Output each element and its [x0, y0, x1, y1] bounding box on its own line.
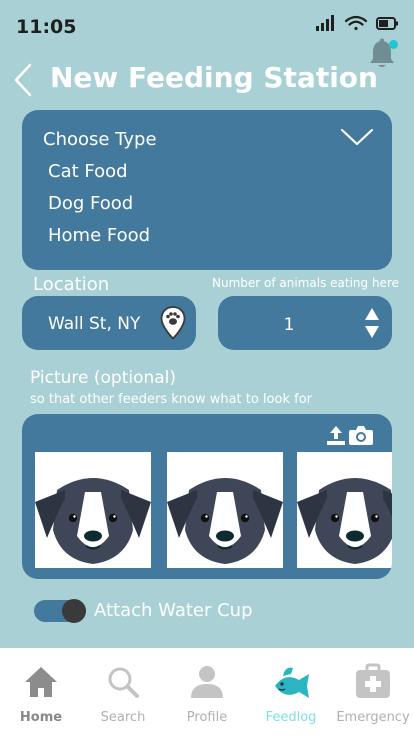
tab-emergency[interactable]: Emergency [332, 648, 414, 736]
tab-profile[interactable]: Profile [166, 648, 248, 736]
tab-label-profile: Profile [186, 710, 228, 725]
tab-feedlog[interactable]: Feedlog [250, 648, 332, 736]
status-bar: 11:05 [0, 0, 414, 50]
dog-photo-1[interactable] [35, 452, 151, 568]
increment-arrow [365, 308, 379, 320]
type-option-home-food[interactable]: Home Food [48, 225, 150, 246]
profile-icon [191, 666, 223, 698]
picture-hint: so that other feeders know what to look … [30, 392, 313, 407]
home-icon [25, 667, 57, 697]
type-option-dog-food[interactable]: Dog Food [48, 193, 133, 214]
fish-icon [275, 667, 309, 698]
tab-label-home: Home [19, 710, 63, 725]
tab-home[interactable]: Home [0, 648, 82, 736]
stepper-arrows-icon[interactable] [364, 307, 380, 339]
signal-icon [316, 15, 334, 31]
tab-label-emergency: Emergency [336, 710, 410, 725]
dog-face-icon [297, 478, 392, 564]
battery-icon [376, 17, 398, 30]
type-option-cat-food[interactable]: Cat Food [48, 161, 128, 182]
dog-face-icon [35, 478, 151, 564]
animal-count-value: 1 [283, 315, 295, 335]
tab-bar: Home Search Profile Feedlog Emergency [0, 648, 414, 736]
picture-gallery [22, 414, 392, 579]
dog-face-icon [167, 478, 283, 564]
animal-count-label: Number of animals eating here [212, 276, 399, 290]
tab-search[interactable]: Search [82, 648, 164, 736]
type-dropdown[interactable]: Choose Type Cat Food Dog Food Home Food [22, 110, 392, 270]
location-label: Location [33, 274, 110, 295]
camera-icon[interactable] [348, 424, 374, 446]
search-icon [108, 667, 139, 698]
decrement-arrow [365, 326, 379, 338]
status-time: 11:05 [16, 16, 77, 38]
toggle-knob [62, 599, 86, 623]
first-aid-icon [356, 663, 390, 698]
location-value: Wall St, NY [48, 314, 141, 334]
notification-dot [389, 40, 398, 49]
chevron-down-icon[interactable] [340, 127, 374, 147]
tab-label-feedlog: Feedlog [265, 710, 317, 725]
location-pin-icon[interactable] [160, 306, 186, 340]
back-arrow-icon[interactable] [12, 62, 34, 98]
upload-icon[interactable] [325, 424, 347, 446]
animal-count-stepper[interactable]: 1 [218, 296, 392, 350]
page-title: New Feeding Station [50, 61, 378, 94]
water-cup-label: Attach Water Cup [94, 600, 253, 621]
water-cup-toggle[interactable] [34, 599, 86, 623]
picture-label: Picture (optional) [30, 368, 177, 388]
tab-label-search: Search [100, 710, 146, 725]
status-icons [316, 15, 398, 31]
dog-photo-2[interactable] [167, 452, 283, 568]
type-dropdown-label: Choose Type [43, 129, 157, 150]
header: New Feeding Station [0, 58, 414, 104]
dog-photo-3[interactable] [297, 452, 392, 568]
location-field[interactable]: Wall St, NY [22, 296, 196, 350]
wifi-icon [344, 15, 368, 31]
